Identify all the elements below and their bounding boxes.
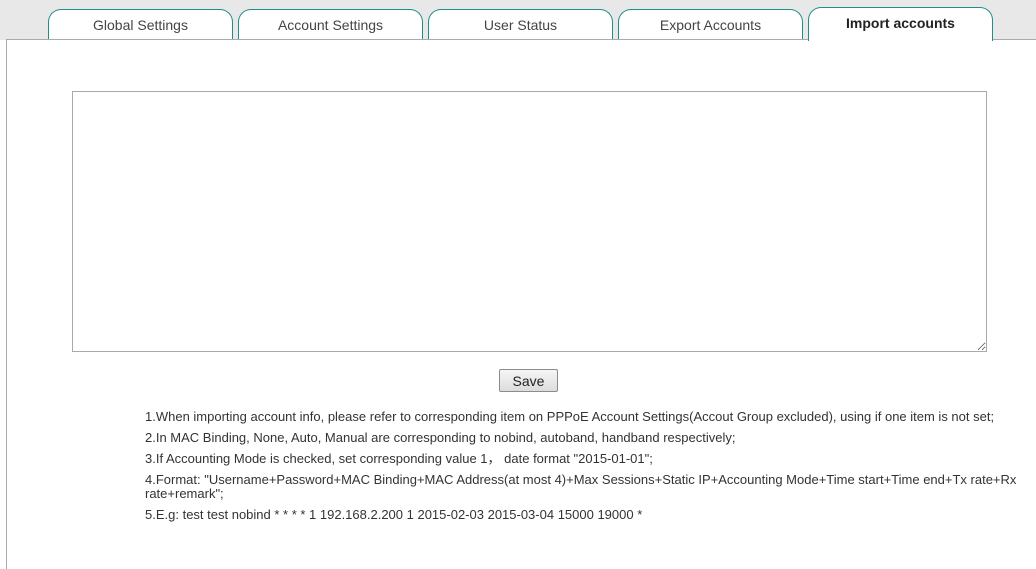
instruction-note-4: 4.Format: "Username+Password+MAC Binding… [145,472,1017,501]
instruction-note-5: 5.E.g: test test nobind * * * * 1 192.16… [145,507,643,522]
instruction-note-2: 2.In MAC Binding, None, Auto, Manual are… [145,430,736,445]
instruction-note-3: 3.If Accounting Mode is checked, set cor… [145,451,653,466]
tab-import-accounts[interactable]: Import accounts [808,7,993,41]
tab-user-status[interactable]: User Status [428,9,613,40]
import-textarea[interactable] [72,91,987,352]
tab-bar: Global Settings Account Settings User St… [0,0,1036,41]
instruction-note-1: 1.When importing account info, please re… [145,409,995,424]
tab-global-settings[interactable]: Global Settings [48,9,233,40]
tab-export-accounts[interactable]: Export Accounts [618,9,803,40]
tab-account-settings[interactable]: Account Settings [238,9,423,40]
import-instructions: 1.When importing account info, please re… [145,410,1036,529]
save-button[interactable]: Save [499,369,558,392]
